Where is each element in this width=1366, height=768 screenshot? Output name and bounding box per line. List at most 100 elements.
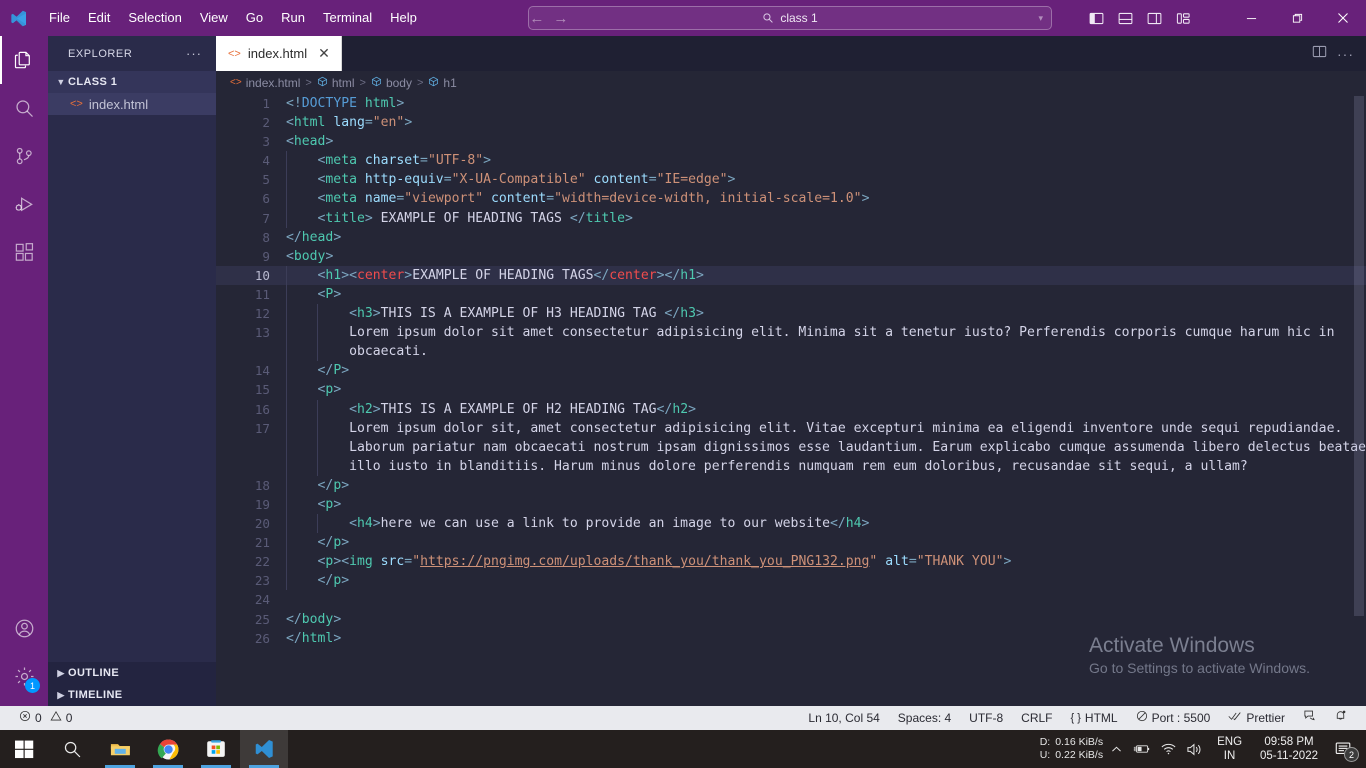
code-line[interactable]: 23 </p> bbox=[216, 571, 1366, 591]
breadcrumb-item-body[interactable]: body bbox=[371, 76, 412, 90]
notification-icon[interactable]: 2 bbox=[1326, 730, 1360, 768]
code-line[interactable]: 8 </head> bbox=[216, 228, 1366, 247]
code-line[interactable]: obcaecati. bbox=[216, 342, 1366, 362]
taskbar-microsoft-store[interactable] bbox=[192, 730, 240, 768]
code-line[interactable]: 24 bbox=[216, 590, 1366, 609]
split-editor-icon[interactable] bbox=[1312, 44, 1327, 64]
status-language-mode[interactable]: { } HTML bbox=[1062, 706, 1127, 730]
breadcrumb-separator: > bbox=[305, 76, 312, 89]
code-line[interactable]: 13 Lorem ipsum dolor sit amet consectetu… bbox=[216, 323, 1366, 343]
menu-file[interactable]: File bbox=[40, 5, 79, 31]
code-token: > bbox=[695, 306, 704, 322]
restore-icon[interactable] bbox=[1274, 0, 1320, 36]
sidebar-section-timeline[interactable]: ▶ TIMELINE bbox=[48, 684, 216, 706]
menu-selection[interactable]: Selection bbox=[119, 5, 190, 31]
line-number: 8 bbox=[262, 229, 270, 245]
code-line[interactable]: 3 <head> bbox=[216, 132, 1366, 151]
toggle-primary-sidebar-icon[interactable] bbox=[1083, 5, 1109, 31]
status-feedback[interactable] bbox=[1294, 706, 1325, 730]
code-line[interactable]: 19 <p> bbox=[216, 494, 1366, 515]
code-line[interactable]: 14 </P> bbox=[216, 361, 1366, 381]
code-line[interactable]: 22 <p><img src="https://pngimg.com/uploa… bbox=[216, 552, 1366, 572]
taskbar-chrome[interactable] bbox=[144, 730, 192, 768]
code-line[interactable]: 26 </html> bbox=[216, 629, 1366, 648]
sidebar-item-search[interactable] bbox=[0, 84, 48, 132]
code-line[interactable]: 21 </p> bbox=[216, 533, 1366, 553]
file-row-index-html[interactable]: <> index.html bbox=[48, 93, 216, 115]
accounts-button[interactable] bbox=[0, 604, 48, 652]
breadcrumb-item-file[interactable]: <> index.html bbox=[230, 76, 300, 90]
sidebar-item-source-control[interactable] bbox=[0, 132, 48, 180]
taskbar-vscode[interactable] bbox=[240, 730, 288, 768]
code-line[interactable]: 17 Lorem ipsum dolor sit, amet consectet… bbox=[216, 418, 1366, 438]
code-line[interactable]: 4 <meta charset="UTF-8"> bbox=[216, 151, 1366, 171]
sidebar-more-actions-icon[interactable]: ··· bbox=[186, 46, 202, 61]
customize-layout-icon[interactable] bbox=[1170, 5, 1196, 31]
sidebar-item-explorer[interactable] bbox=[0, 36, 48, 84]
activity-bar: 1 bbox=[0, 36, 48, 706]
chevron-down-icon[interactable]: ▾ bbox=[1038, 13, 1043, 24]
code-line[interactable]: 9 <body> bbox=[216, 247, 1366, 266]
status-live-server-port[interactable]: Port : 5500 bbox=[1127, 706, 1220, 730]
menu-edit[interactable]: Edit bbox=[79, 5, 119, 31]
toggle-panel-icon[interactable] bbox=[1112, 5, 1138, 31]
start-button[interactable] bbox=[0, 730, 48, 768]
scrollbar-thumb[interactable] bbox=[1354, 96, 1364, 616]
menu-terminal[interactable]: Terminal bbox=[314, 5, 381, 31]
code-line[interactable]: 16 <h2>THIS IS A EXAMPLE OF H2 HEADING T… bbox=[216, 399, 1366, 419]
language-indicator[interactable]: ENG IN bbox=[1207, 735, 1252, 763]
code-line[interactable]: 15 <p> bbox=[216, 380, 1366, 400]
code-editor[interactable]: 1 <!DOCTYPE html> 2 <html lang="en"> 3 <head>… bbox=[216, 94, 1366, 706]
battery-charging-icon[interactable] bbox=[1129, 730, 1155, 768]
chevron-up-icon[interactable] bbox=[1103, 730, 1129, 768]
menu-run[interactable]: Run bbox=[272, 5, 314, 31]
menu-help[interactable]: Help bbox=[381, 5, 426, 31]
code-line[interactable]: 7 <title> EXAMPLE OF HEADING TAGS </titl… bbox=[216, 208, 1366, 228]
tab-index-html[interactable]: <> index.html ✕ bbox=[216, 36, 342, 71]
close-icon[interactable]: ✕ bbox=[318, 45, 330, 62]
code-token[interactable]: https://pngimg.com/uploads/thank_you/tha… bbox=[420, 554, 869, 569]
status-problems[interactable]: 0 0 bbox=[10, 706, 81, 730]
code-line[interactable]: 2 <html lang="en"> bbox=[216, 113, 1366, 132]
editor-vertical-scrollbar[interactable] bbox=[1352, 94, 1366, 706]
sidebar-item-run-and-debug[interactable] bbox=[0, 180, 48, 228]
code-line[interactable]: 12 <h3>THIS IS A EXAMPLE OF H3 HEADING T… bbox=[216, 304, 1366, 324]
manage-settings-button[interactable]: 1 bbox=[0, 652, 48, 700]
code-line[interactable]: 1 <!DOCTYPE html> bbox=[216, 94, 1366, 113]
code-line[interactable]: Laborum pariatur nam obcaecati nostrum i… bbox=[216, 437, 1366, 457]
code-line[interactable]: illo iusto in blanditiis. Harum minus do… bbox=[216, 456, 1366, 476]
folder-row-class-1[interactable]: ▼ CLASS 1 bbox=[48, 71, 216, 93]
speaker-icon[interactable] bbox=[1181, 730, 1207, 768]
status-indentation[interactable]: Spaces: 4 bbox=[889, 706, 960, 730]
code-line[interactable]: 6 <meta name="viewport" content="width=d… bbox=[216, 189, 1366, 209]
wifi-icon[interactable] bbox=[1155, 730, 1181, 768]
taskbar-file-explorer[interactable] bbox=[96, 730, 144, 768]
taskbar-search-button[interactable] bbox=[48, 730, 96, 768]
menu-view[interactable]: View bbox=[191, 5, 237, 31]
status-prettier[interactable]: Prettier bbox=[1219, 706, 1294, 730]
network-speed-indicator[interactable]: D: U: 0.16 KiB/s 0.22 KiB/s bbox=[1040, 736, 1103, 762]
command-center[interactable]: class 1 ▾ bbox=[528, 6, 1052, 30]
code-line[interactable]: 20 <h4>here we can use a link to provide… bbox=[216, 514, 1366, 534]
ellipsis-icon[interactable]: ··· bbox=[1337, 46, 1354, 62]
close-icon[interactable] bbox=[1320, 0, 1366, 36]
minimize-icon[interactable] bbox=[1228, 0, 1274, 36]
breadcrumb-item-h1[interactable]: h1 bbox=[428, 76, 457, 90]
status-encoding[interactable]: UTF-8 bbox=[960, 706, 1012, 730]
code-line[interactable]: 25 </body> bbox=[216, 610, 1366, 629]
menu-go[interactable]: Go bbox=[237, 5, 272, 31]
code-line[interactable]: 11 <P> bbox=[216, 284, 1366, 305]
clock[interactable]: 09:58 PM 05-11-2022 bbox=[1252, 735, 1326, 763]
sidebar-section-outline[interactable]: ▶ OUTLINE bbox=[48, 662, 216, 684]
status-eol[interactable]: CRLF bbox=[1012, 706, 1061, 730]
code-line[interactable]: 5 <meta http-equiv="X-UA-Compatible" con… bbox=[216, 170, 1366, 190]
code-token: > bbox=[364, 210, 373, 226]
status-editor-position[interactable]: Ln 10, Col 54 bbox=[799, 706, 888, 730]
sidebar-item-extensions[interactable] bbox=[0, 228, 48, 276]
status-notifications[interactable] bbox=[1325, 706, 1356, 730]
toggle-secondary-sidebar-icon[interactable] bbox=[1141, 5, 1167, 31]
language-line2: IN bbox=[1223, 750, 1236, 762]
code-line[interactable]: 18 </p> bbox=[216, 475, 1366, 495]
breadcrumb-item-html[interactable]: html bbox=[317, 76, 355, 90]
code-line[interactable]: 10 <h1><center>EXAMPLE OF HEADING TAGS</… bbox=[216, 265, 1366, 285]
